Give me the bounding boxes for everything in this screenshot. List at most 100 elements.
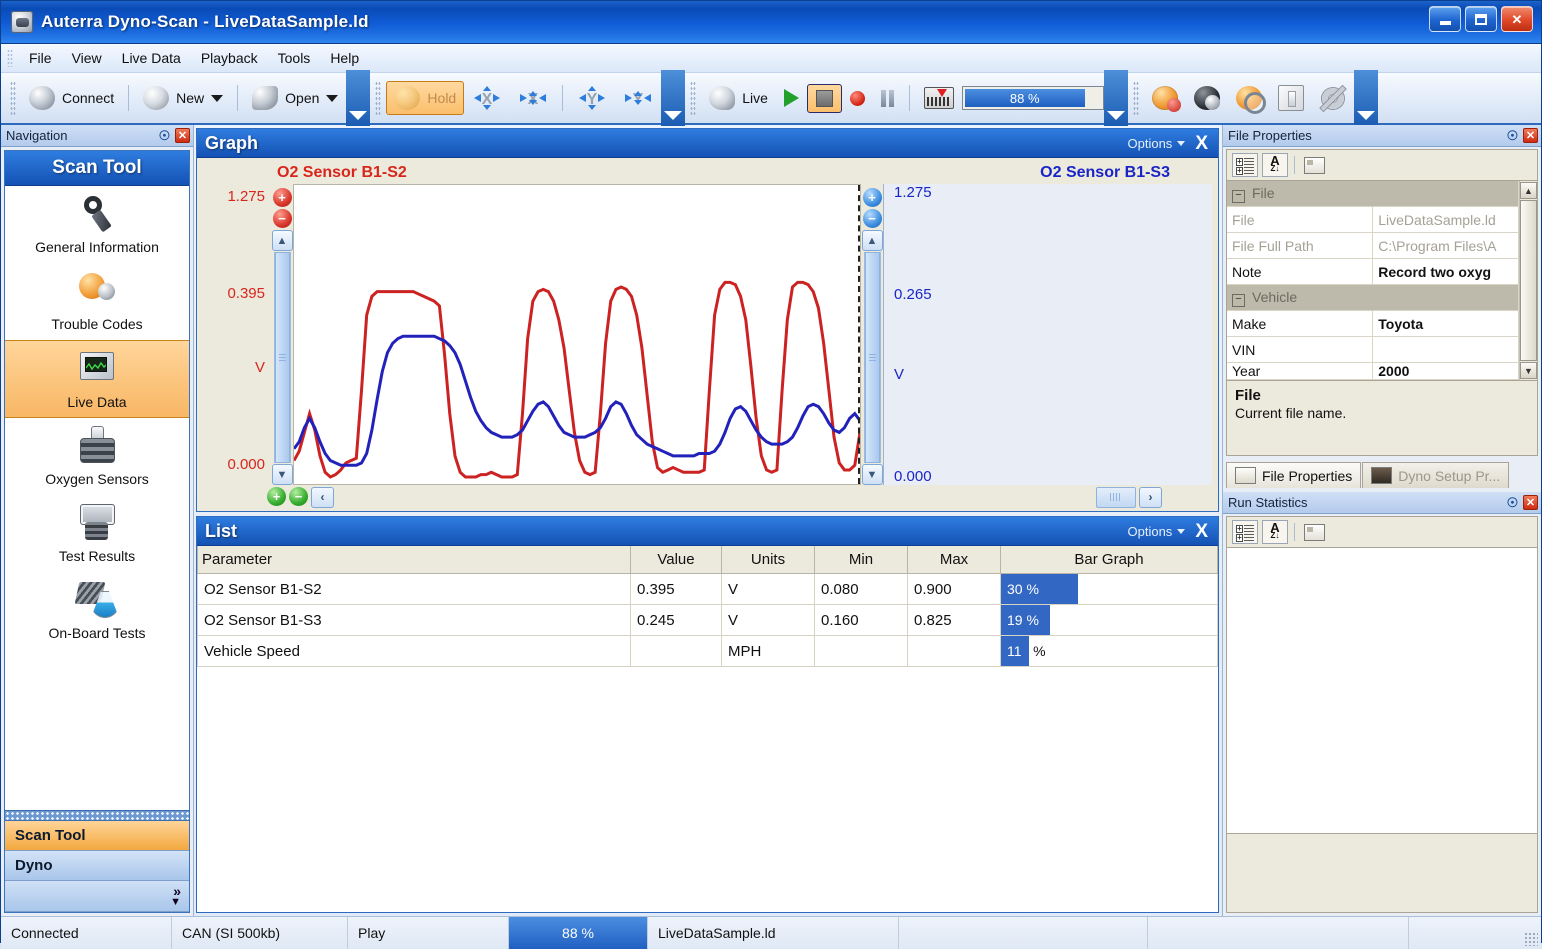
file-properties-close-icon[interactable]: ✕	[1523, 128, 1538, 143]
pan-left-button[interactable]: ‹	[311, 487, 334, 508]
right-zoom-in-button[interactable]: +	[863, 188, 882, 207]
right-zoom-out-button[interactable]: −	[863, 209, 882, 228]
toolbar-grip-2[interactable]	[375, 81, 381, 115]
right-scroll-thumb[interactable]	[865, 252, 880, 463]
new-button[interactable]: New	[135, 81, 231, 115]
open-button[interactable]: Open	[244, 81, 346, 115]
hold-button[interactable]: Hold	[386, 81, 464, 115]
property-row[interactable]: Note Record two oxyg	[1227, 259, 1519, 285]
sidebar-item-on-board-tests[interactable]: On-Board Tests	[5, 572, 189, 649]
left-zoom-in-button[interactable]: +	[273, 188, 292, 207]
settings-button[interactable]	[1312, 81, 1354, 116]
inspect-button[interactable]	[1228, 81, 1270, 115]
column-header-units[interactable]: Units	[722, 546, 815, 574]
stop-button[interactable]	[807, 84, 842, 113]
toolbar-grip-1[interactable]	[10, 81, 16, 115]
collapse-icon[interactable]: −	[1232, 190, 1245, 203]
table-row[interactable]: O2 Sensor B1-S3 0.245 V 0.160 0.825 19 %	[198, 605, 1218, 636]
property-row[interactable]: Make Toyota	[1227, 311, 1519, 337]
nav-tab-overflow[interactable]: » ▼	[5, 881, 189, 912]
menu-playback[interactable]: Playback	[191, 47, 268, 69]
trouble-codes-button[interactable]	[1144, 81, 1186, 115]
toolbar-overflow-4[interactable]	[1354, 70, 1378, 126]
close-button[interactable]: ✕	[1501, 6, 1533, 32]
left-scroll-down-icon[interactable]: ▼	[272, 464, 293, 485]
horizontal-scroll-thumb[interactable]	[1096, 487, 1136, 508]
toolbar-grip-4[interactable]	[1133, 81, 1139, 115]
minimize-button[interactable]	[1429, 6, 1461, 32]
graph-close-button[interactable]: X	[1191, 134, 1212, 153]
live-button[interactable]: Live	[701, 81, 776, 115]
rs-categorized-view-button[interactable]: ++	[1232, 520, 1258, 544]
rs-property-pages-button[interactable]	[1301, 520, 1327, 544]
play-button[interactable]	[776, 84, 807, 112]
table-row[interactable]: Vehicle Speed MPH 11 %	[198, 636, 1218, 667]
graph-options-button[interactable]: Options	[1128, 136, 1186, 151]
graph-canvas[interactable]	[293, 184, 861, 485]
navigation-close-icon[interactable]: ✕	[175, 128, 190, 143]
panels-button[interactable]	[1270, 80, 1312, 116]
right-vertical-scrollbar[interactable]: ▲ ▼	[862, 230, 883, 485]
playback-position-indicator[interactable]	[916, 82, 962, 114]
column-header-value[interactable]: Value	[631, 546, 722, 574]
list-close-button[interactable]: X	[1191, 522, 1212, 541]
zoom-x-in-button[interactable]: X	[464, 80, 510, 116]
right-scroll-down-icon[interactable]: ▼	[862, 464, 883, 485]
left-scroll-track[interactable]	[274, 252, 291, 463]
property-row[interactable]: Year 2000	[1227, 363, 1519, 380]
time-zoom-in-button[interactable]: +	[267, 487, 286, 506]
alphabetical-sort-button[interactable]: AZ↓	[1262, 153, 1288, 177]
maximize-button[interactable]	[1465, 6, 1497, 32]
sidebar-item-trouble-codes[interactable]: Trouble Codes	[5, 263, 189, 340]
oxygen-sensor-button[interactable]	[1186, 81, 1228, 115]
playback-progress-bar[interactable]: 88 %	[962, 86, 1104, 110]
property-grid-scrollbar[interactable]: ▲ ▼	[1519, 181, 1537, 380]
rs-alphabetical-sort-button[interactable]: AZ↓	[1262, 520, 1288, 544]
pause-button[interactable]	[873, 85, 903, 112]
zoom-y-in-button[interactable]: Y	[569, 80, 615, 116]
property-pages-button[interactable]	[1301, 153, 1327, 177]
run-statistics-close-icon[interactable]: ✕	[1523, 495, 1538, 510]
pan-right-button[interactable]: ›	[1139, 487, 1162, 508]
run-statistics-autohide-pin-icon[interactable]: ☉	[1505, 495, 1520, 510]
property-group-file[interactable]: −File	[1227, 181, 1519, 207]
toolbar-overflow-1[interactable]	[346, 70, 370, 126]
navigation-splitter[interactable]	[5, 810, 189, 821]
toolbar-overflow-2[interactable]	[661, 70, 685, 126]
resize-grip-icon[interactable]	[1524, 932, 1538, 946]
property-group-vehicle[interactable]: −Vehicle	[1227, 285, 1519, 311]
open-chevron-down-icon[interactable]	[326, 95, 338, 102]
zoom-x-out-button[interactable]: X	[510, 80, 556, 116]
scroll-thumb[interactable]	[1520, 200, 1537, 361]
column-header-max[interactable]: Max	[908, 546, 1001, 574]
file-properties-autohide-pin-icon[interactable]: ☉	[1505, 128, 1520, 143]
tab-file-properties[interactable]: File Properties	[1226, 462, 1361, 488]
sidebar-item-test-results[interactable]: Test Results	[5, 495, 189, 572]
menu-grip-handle[interactable]	[7, 49, 13, 67]
property-row[interactable]: File LiveDataSample.ld	[1227, 207, 1519, 233]
time-zoom-out-button[interactable]: −	[289, 487, 308, 506]
nav-tab-scan-tool[interactable]: Scan Tool	[5, 821, 189, 851]
new-chevron-down-icon[interactable]	[211, 95, 223, 102]
zoom-y-out-button[interactable]: Y	[615, 80, 661, 116]
property-row[interactable]: VIN	[1227, 337, 1519, 363]
column-header-min[interactable]: Min	[815, 546, 908, 574]
nav-tab-dyno[interactable]: Dyno	[5, 851, 189, 881]
sidebar-item-general-information[interactable]: General Information	[5, 186, 189, 263]
navigation-autohide-pin-icon[interactable]: ☉	[157, 128, 172, 143]
run-statistics-grid[interactable]	[1226, 547, 1538, 834]
toolbar-overflow-3[interactable]	[1104, 70, 1128, 126]
column-header-bar-graph[interactable]: Bar Graph	[1001, 546, 1218, 574]
right-scroll-track[interactable]	[864, 252, 881, 463]
scroll-down-icon[interactable]: ▼	[1520, 362, 1537, 379]
left-scroll-thumb[interactable]	[275, 252, 290, 463]
collapse-icon[interactable]: −	[1232, 294, 1245, 307]
menu-live-data[interactable]: Live Data	[112, 47, 191, 69]
scroll-up-icon[interactable]: ▲	[1520, 182, 1537, 199]
right-scroll-up-icon[interactable]: ▲	[862, 230, 883, 251]
table-row[interactable]: O2 Sensor B1-S2 0.395 V 0.080 0.900 30 %	[198, 574, 1218, 605]
toolbar-grip-3[interactable]	[690, 81, 696, 115]
column-header-parameter[interactable]: Parameter	[198, 546, 631, 574]
left-zoom-out-button[interactable]: −	[273, 209, 292, 228]
tab-dyno-setup-properties[interactable]: Dyno Setup Pr...	[1362, 462, 1509, 488]
